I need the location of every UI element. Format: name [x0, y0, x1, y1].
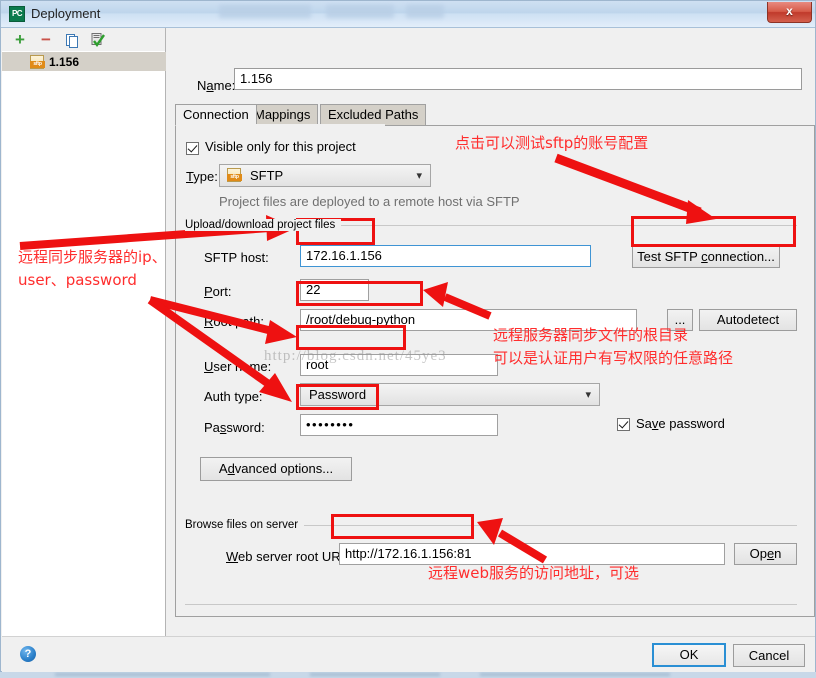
- help-icon[interactable]: ?: [20, 646, 36, 662]
- visible-only-checkbox[interactable]: [186, 142, 199, 155]
- chevron-down-icon: ▾: [585, 389, 591, 401]
- close-button[interactable]: x: [767, 2, 812, 23]
- test-sftp-connection-button[interactable]: Test SFTP connection...: [632, 245, 780, 268]
- annotation-root-path-line2: 可以是认证用户有写权限的任意路径: [493, 349, 734, 367]
- copy-server-icon[interactable]: [63, 31, 81, 48]
- visible-only-label: Visible only for this project: [205, 139, 356, 154]
- save-password-checkbox[interactable]: [617, 418, 630, 431]
- sftp-icon: [227, 168, 242, 182]
- set-default-server-icon[interactable]: [89, 31, 107, 48]
- titlebar-blur-1: [219, 5, 311, 18]
- add-server-icon[interactable]: +: [11, 31, 29, 48]
- annotation-web-url: 远程web服务的访问地址，可选: [428, 564, 640, 582]
- type-label: Type:: [186, 169, 218, 184]
- remove-server-icon[interactable]: −: [37, 31, 55, 48]
- auth-type-value: Password: [309, 387, 367, 402]
- password-input[interactable]: ••••••••: [300, 414, 498, 436]
- taskbar-blur-3: [480, 673, 670, 676]
- tab-seam-mask: [176, 124, 385, 126]
- titlebar-blur-3: [406, 5, 444, 18]
- screenshot-root: PC Deployment x + − sftp 1.156 Name: 1.1…: [0, 0, 816, 678]
- server-list-pane: + − sftp 1.156: [2, 28, 166, 636]
- user-name-label: User name:: [204, 359, 272, 374]
- window-title: Deployment: [31, 6, 101, 21]
- auth-type-combobox[interactable]: Password ▾: [300, 383, 600, 406]
- web-url-input[interactable]: http://172.16.1.156:81: [339, 543, 725, 565]
- password-label: Password:: [204, 420, 265, 435]
- taskbar-blur-2: [310, 673, 440, 676]
- annotation-root-path-line1: 远程服务器同步文件的根目录: [493, 326, 689, 344]
- advanced-options-button[interactable]: Advanced options...: [200, 457, 352, 481]
- annotation-credentials-line2: user、password: [18, 271, 137, 289]
- browse-group-label: Browse files on server: [185, 519, 305, 531]
- taskbar-blur-1: [55, 673, 270, 676]
- settings-tabs: Connection Mappings Excluded Paths: [175, 104, 815, 126]
- title-bar: PC Deployment x: [1, 1, 815, 28]
- annotation-credentials-line1: 远程同步服务器的ip、: [18, 248, 167, 266]
- save-password-label: Save password: [636, 416, 725, 431]
- cancel-button[interactable]: Cancel: [733, 644, 805, 667]
- tab-connection[interactable]: Connection: [175, 104, 257, 126]
- deployment-dialog: PC Deployment x + − sftp 1.156 Name: 1.1…: [0, 0, 816, 672]
- name-input[interactable]: 1.156: [234, 68, 802, 90]
- titlebar-blur-2: [326, 5, 394, 18]
- upload-group-label: Upload/download project files: [185, 219, 342, 231]
- web-url-label: Web server root URL:: [226, 549, 352, 564]
- ok-button[interactable]: OK: [652, 643, 726, 667]
- server-list-item-1156[interactable]: 1.156: [2, 52, 166, 71]
- dialog-content: + − sftp 1.156 Name: 1.156 Connection Ma…: [2, 28, 815, 636]
- tab-excluded-paths[interactable]: Excluded Paths: [320, 104, 427, 126]
- annotation-test-connection: 点击可以测试sftp的账号配置: [455, 134, 649, 152]
- user-name-input[interactable]: root: [300, 354, 498, 376]
- server-list-item-label: 1.156: [49, 54, 80, 69]
- dialog-footer: ? OK Cancel: [2, 636, 815, 672]
- sftp-host-label: SFTP host:: [204, 250, 269, 265]
- chevron-down-icon: ▾: [416, 170, 422, 182]
- root-path-label: Root path:: [204, 314, 264, 329]
- type-hint: Project files are deployed to a remote h…: [219, 194, 520, 209]
- sftp-icon: [30, 54, 45, 69]
- server-settings-pane: Name: 1.156 Connection Mappings Excluded…: [167, 28, 815, 636]
- pycharm-icon: PC: [9, 6, 25, 22]
- open-web-url-button[interactable]: Open: [734, 543, 797, 565]
- port-label: Port:: [204, 284, 232, 299]
- port-input[interactable]: 22: [300, 279, 369, 301]
- server-list-toolbar: + −: [2, 28, 165, 51]
- name-label: Name:: [197, 78, 236, 93]
- tab-mappings[interactable]: Mappings: [246, 104, 319, 126]
- autodetect-button[interactable]: Autodetect: [699, 309, 797, 331]
- auth-type-label: Auth type:: [204, 389, 263, 404]
- type-combobox-value: SFTP: [250, 168, 284, 183]
- sftp-host-input[interactable]: 172.16.1.156: [300, 245, 591, 267]
- type-combobox[interactable]: SFTP ▾: [219, 164, 431, 187]
